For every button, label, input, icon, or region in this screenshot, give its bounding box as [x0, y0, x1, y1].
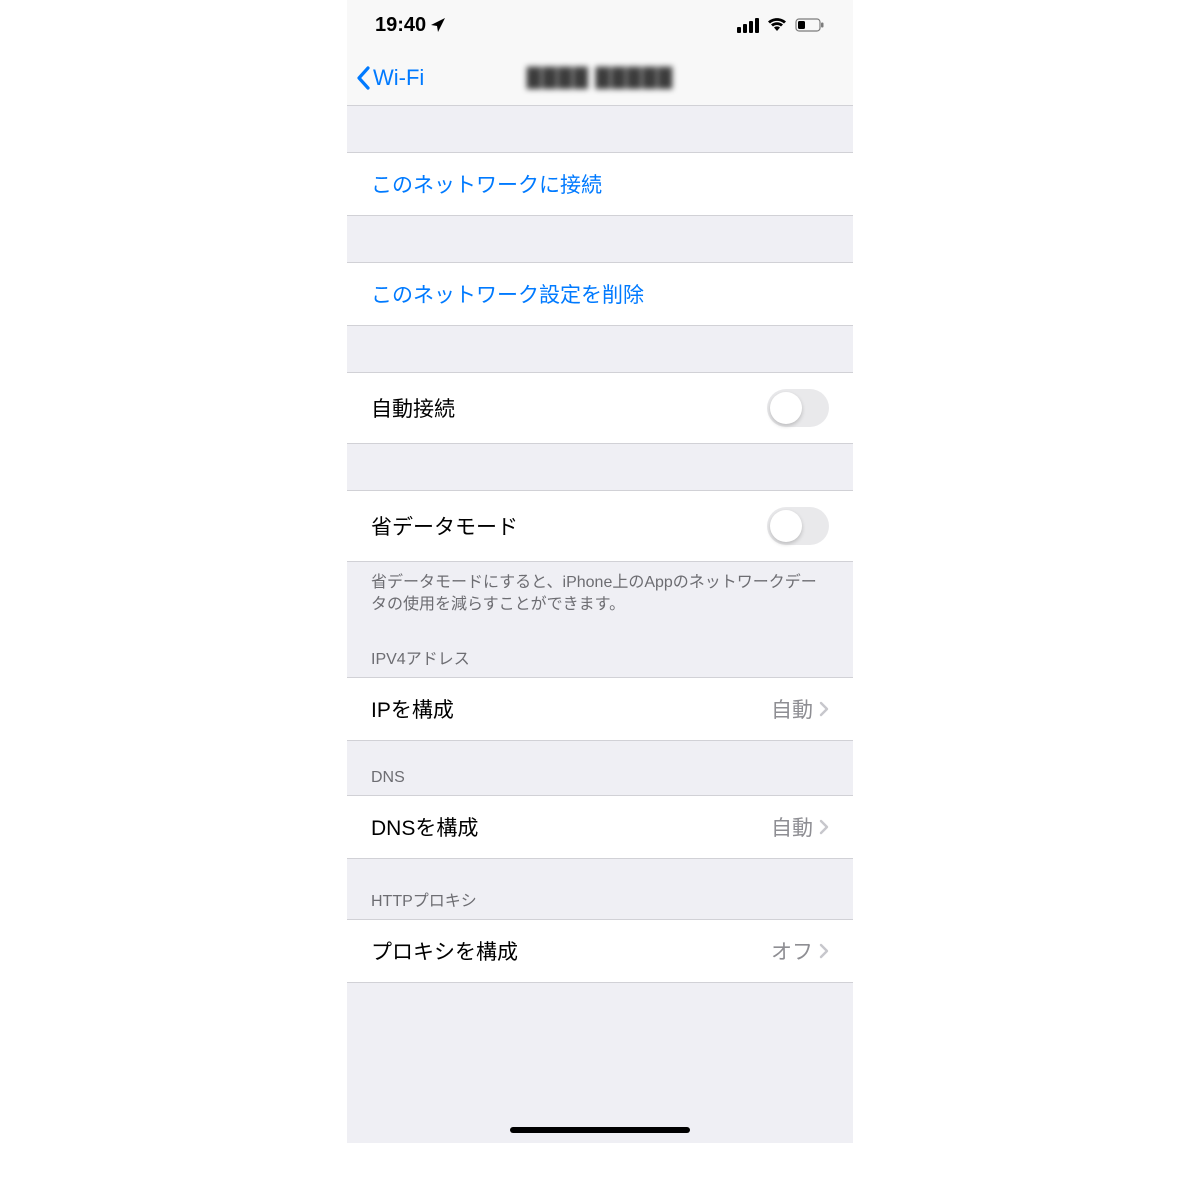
location-icon — [430, 17, 446, 33]
status-time: 19:40 — [375, 14, 426, 37]
section-gap — [347, 444, 853, 490]
ipv4-section-header: IPV4アドレス — [347, 617, 853, 677]
auto-join-label: 自動接続 — [371, 393, 455, 423]
ip-configure-label: IPを構成 — [371, 694, 454, 724]
proxy-configure-label: プロキシを構成 — [371, 936, 518, 966]
dns-section-header: DNS — [347, 741, 853, 795]
section-gap — [347, 216, 853, 262]
status-bar: 19:40 — [347, 0, 853, 50]
proxy-configure-value: オフ — [771, 936, 813, 966]
chevron-left-icon — [355, 66, 371, 90]
toggle-knob — [770, 510, 802, 542]
dns-configure-cell[interactable]: DNSを構成 自動 — [347, 795, 853, 859]
ip-configure-value: 自動 — [771, 694, 813, 724]
join-network-cell[interactable]: このネットワークに接続 — [347, 152, 853, 216]
low-data-toggle[interactable] — [767, 507, 829, 545]
cellular-signal-icon — [737, 18, 759, 33]
join-network-label: このネットワークに接続 — [371, 169, 602, 199]
low-data-cell: 省データモード — [347, 490, 853, 562]
chevron-right-icon — [819, 819, 829, 835]
page-title: ▓▓▓▓ ▓▓▓▓▓ — [527, 66, 674, 89]
forget-network-cell[interactable]: このネットワーク設定を削除 — [347, 262, 853, 326]
dns-configure-value: 自動 — [771, 812, 813, 842]
dns-configure-label: DNSを構成 — [371, 812, 478, 842]
wifi-icon — [767, 18, 787, 32]
forget-network-label: このネットワーク設定を削除 — [371, 279, 644, 309]
phone-screen: 19:40 Wi-Fi ▓▓▓▓ ▓▓▓▓▓ この — [347, 0, 853, 1143]
section-gap — [347, 326, 853, 372]
proxy-configure-cell[interactable]: プロキシを構成 オフ — [347, 919, 853, 983]
ip-configure-cell[interactable]: IPを構成 自動 — [347, 677, 853, 741]
back-button[interactable]: Wi-Fi — [355, 65, 424, 91]
low-data-footer: 省データモードにすると、iPhone上のAppのネットワークデータの使用を減らす… — [347, 562, 853, 617]
section-gap — [347, 106, 853, 152]
navigation-bar: Wi-Fi ▓▓▓▓ ▓▓▓▓▓ — [347, 50, 853, 106]
toggle-knob — [770, 392, 802, 424]
auto-join-cell: 自動接続 — [347, 372, 853, 444]
back-label: Wi-Fi — [373, 65, 424, 91]
chevron-right-icon — [819, 943, 829, 959]
bottom-area — [347, 983, 853, 1143]
battery-icon — [795, 18, 825, 32]
low-data-label: 省データモード — [371, 511, 518, 541]
auto-join-toggle[interactable] — [767, 389, 829, 427]
proxy-section-header: HTTPプロキシ — [347, 859, 853, 919]
chevron-right-icon — [819, 701, 829, 717]
home-indicator[interactable] — [510, 1127, 690, 1133]
